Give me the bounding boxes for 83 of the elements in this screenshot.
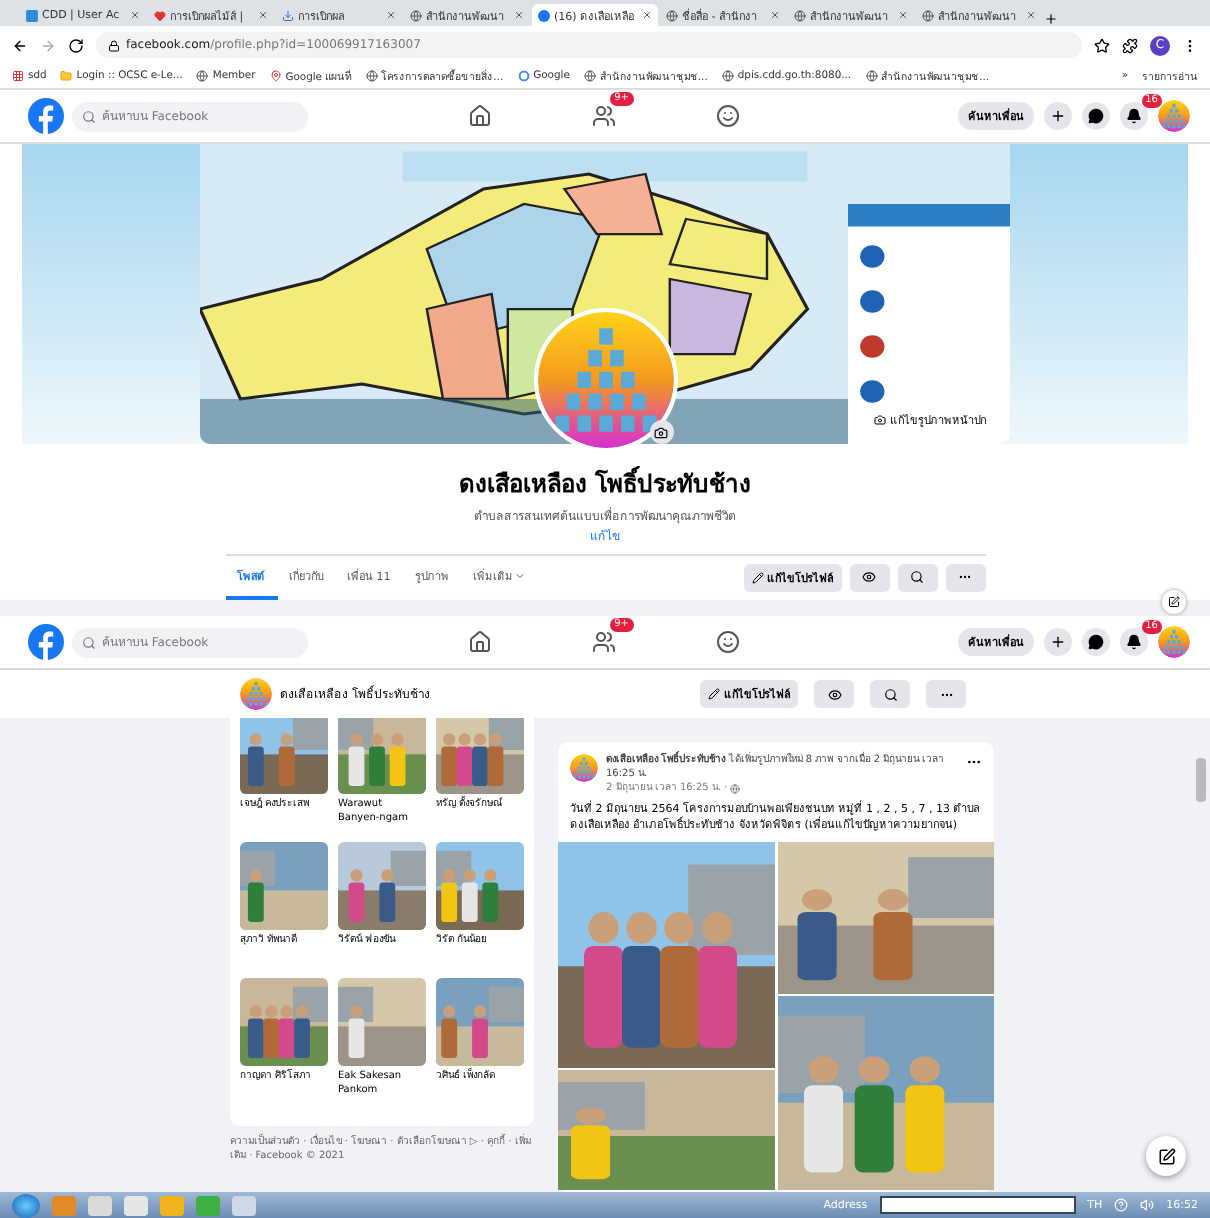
friends-tab[interactable] (587, 100, 619, 132)
globe-icon (365, 70, 378, 82)
compose-button[interactable] (1146, 1136, 1186, 1176)
facebook-icon (538, 9, 550, 21)
friend-photo[interactable] (436, 718, 524, 794)
eye-icon (827, 687, 841, 701)
account-avatar[interactable] (1158, 626, 1190, 658)
help-icon[interactable] (1114, 1198, 1129, 1212)
map-pin-icon (269, 70, 282, 82)
friend-photo[interactable] (338, 718, 426, 794)
plus-icon (1050, 108, 1066, 124)
messenger-button[interactable] (1082, 102, 1110, 130)
chat-icon (1088, 108, 1104, 124)
groups-icon (715, 630, 739, 654)
search-icon (82, 635, 96, 649)
new-tab-icon[interactable] (1044, 12, 1058, 26)
compose-button[interactable] (1162, 590, 1186, 614)
app-icon (26, 9, 38, 21)
view-as-button[interactable] (814, 680, 854, 708)
create-button[interactable] (1044, 102, 1072, 130)
facebook-logo[interactable] (28, 624, 64, 660)
search-icon (910, 570, 924, 584)
lock-icon (108, 39, 120, 51)
globe-icon (196, 70, 209, 82)
search-button[interactable] (870, 680, 910, 708)
heart-icon (154, 9, 166, 21)
more-icon (958, 570, 972, 584)
extensions-icon[interactable] (1122, 37, 1138, 53)
compose-icon (1157, 1147, 1175, 1165)
messenger-button[interactable] (1082, 628, 1110, 656)
caret-icon (514, 569, 527, 581)
author-avatar[interactable] (570, 754, 598, 782)
friend-photo[interactable] (240, 842, 328, 930)
friends-icon (591, 104, 615, 128)
download-icon (282, 9, 294, 21)
globe-icon (794, 9, 806, 21)
globe-icon (666, 9, 678, 21)
pencil-icon (708, 688, 720, 700)
home-icon (467, 630, 491, 654)
compose-icon (1168, 596, 1180, 608)
bell-icon (1126, 108, 1142, 124)
friend-photo[interactable] (240, 718, 328, 794)
reload-icon[interactable] (68, 37, 84, 53)
notifications-button[interactable] (1120, 102, 1148, 130)
profile-name: ดงเสือเหลือง โพธิ์ประทับช้าง (458, 464, 752, 502)
scrollbar[interactable] (1196, 758, 1206, 802)
bell-icon (1126, 634, 1142, 650)
view-as-button[interactable] (849, 563, 889, 591)
groups-tab[interactable] (711, 100, 743, 132)
account-avatar[interactable] (1158, 100, 1190, 132)
globe-icon (721, 70, 734, 82)
facebook-logo[interactable] (28, 98, 64, 134)
search-icon (82, 109, 96, 123)
friend-photo[interactable] (240, 978, 328, 1066)
groups-tab[interactable] (711, 626, 743, 658)
apps-icon (12, 70, 24, 82)
pencil-icon (751, 571, 763, 583)
globe-icon (865, 70, 878, 82)
volume-icon[interactable] (1140, 1198, 1155, 1212)
search-icon (883, 687, 897, 701)
page-avatar[interactable] (240, 678, 272, 710)
search-button[interactable] (897, 563, 937, 591)
start-button[interactable] (12, 1193, 40, 1217)
create-button[interactable] (1044, 628, 1072, 656)
google-icon (517, 70, 530, 82)
chat-icon (1088, 634, 1104, 650)
back-icon[interactable] (12, 37, 28, 53)
groups-icon (715, 104, 739, 128)
friends-icon (591, 630, 615, 654)
folder-icon (60, 70, 73, 82)
home-icon (467, 104, 491, 128)
friends-tab[interactable] (587, 626, 619, 658)
friend-photo[interactable] (338, 842, 426, 930)
friend-photo[interactable] (436, 842, 524, 930)
globe-icon (583, 70, 596, 82)
address-field[interactable] (879, 1196, 1076, 1214)
globe-icon (729, 784, 740, 794)
globe-icon (922, 9, 934, 21)
plus-icon (1050, 634, 1066, 650)
notifications-button[interactable] (1120, 628, 1148, 656)
eye-icon (862, 570, 876, 584)
star-icon[interactable] (1094, 37, 1110, 53)
globe-icon (410, 9, 422, 21)
